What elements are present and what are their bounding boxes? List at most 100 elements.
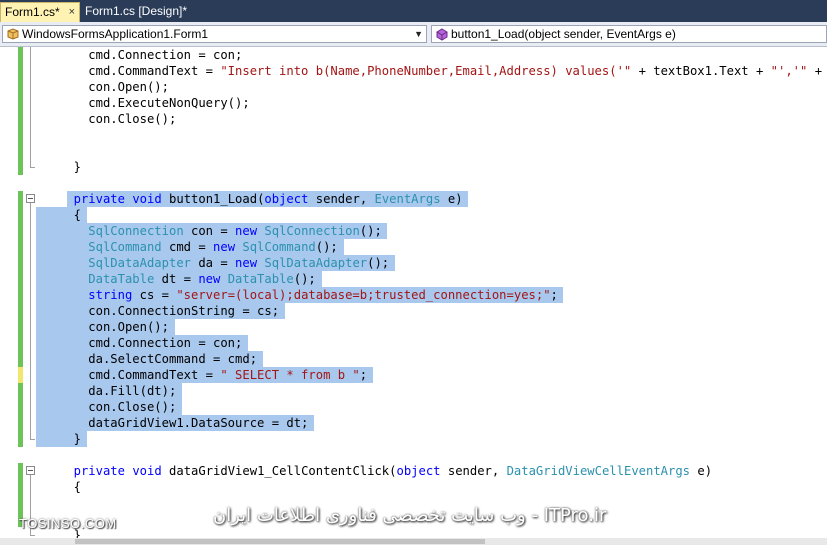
code-token: con = — [183, 224, 236, 238]
code-line[interactable]: da.Fill(dt); — [36, 383, 176, 399]
code-token: button1_Load( — [161, 192, 265, 206]
code-line[interactable]: SqlDataAdapter da = new SqlDataAdapter()… — [36, 255, 389, 271]
code-line[interactable] — [36, 127, 44, 143]
code-token: cmd.Connection = con; — [88, 336, 243, 350]
class-dropdown[interactable]: WindowsFormsApplication1.Form1 ▼ — [2, 25, 427, 43]
code-token: e) — [690, 464, 713, 478]
code-token: new — [235, 256, 258, 270]
code-token: con.Close(); — [88, 400, 177, 414]
code-token: cmd = — [161, 240, 214, 254]
code-line[interactable]: con.Close(); — [36, 399, 176, 415]
code-token: dt = — [154, 272, 199, 286]
code-token: "server=(local);database=b;trusted_conne… — [176, 288, 551, 302]
code-token: cmd.CommandText = — [88, 64, 221, 78]
watermark-tosinso: TOSINSO.COM — [19, 516, 117, 531]
code-token: + textBox1.Text + — [631, 64, 771, 78]
code-line[interactable]: cmd.ExecuteNonQuery(); — [36, 95, 250, 111]
code-line[interactable]: private void button1_Load(object sender,… — [36, 191, 463, 207]
code-token: new — [213, 240, 236, 254]
code-token: object — [264, 192, 309, 206]
code-line[interactable]: cmd.Connection = con; — [36, 335, 242, 351]
watermark-itpro: ITPro.ir - وب سایت تخصصی فناوری اطلاعات … — [213, 505, 607, 526]
member-dropdown-value: button1_Load(object sender, EventArgs e) — [451, 27, 676, 41]
code-token: SqlCommand — [88, 240, 162, 254]
change-indicator — [18, 367, 23, 383]
code-token: } — [73, 160, 81, 174]
code-line[interactable]: SqlConnection con = new SqlConnection(); — [36, 223, 382, 239]
outline-end-tick — [30, 167, 35, 168]
code-token: new — [235, 224, 258, 238]
code-line[interactable]: DataTable dt = new DataTable(); — [36, 271, 316, 287]
code-token: cmd.ExecuteNonQuery(); — [88, 96, 250, 110]
code-token: cs = — [132, 288, 177, 302]
member-dropdown[interactable]: button1_Load(object sender, EventArgs e) — [431, 25, 827, 43]
collapse-icon[interactable] — [26, 194, 35, 203]
code-token: con.Open(); — [88, 80, 169, 94]
tab-form1-design[interactable]: Form1.cs [Design]* — [81, 2, 194, 22]
code-line[interactable]: con.Open(); — [36, 79, 169, 95]
outline-line — [30, 203, 31, 439]
code-token: cmd.Connection = con; — [88, 48, 243, 62]
code-line[interactable]: cmd.CommandText = "Insert into b(Name,Ph… — [36, 63, 822, 79]
code-line[interactable]: private void dataGridView1_CellContentCl… — [36, 463, 712, 479]
code-token: new — [198, 272, 221, 286]
code-token: EventArgs — [374, 192, 441, 206]
code-line[interactable] — [36, 143, 44, 159]
code-token: (); — [315, 240, 338, 254]
code-line[interactable]: cmd.Connection = con; — [36, 47, 242, 63]
code-line[interactable]: } — [36, 159, 81, 175]
horizontal-scrollbar-thumb[interactable] — [75, 539, 485, 544]
code-token: da.Fill(dt); — [88, 384, 177, 398]
tab-label: Form1.cs [Design]* — [85, 4, 188, 18]
code-token: private — [73, 464, 125, 478]
code-token: dataGridView1.DataSource = dt; — [88, 416, 309, 430]
document-tab-bar: Form1.cs* × Form1.cs [Design]* — [0, 0, 827, 22]
code-line[interactable]: string cs = "server=(local);database=b;t… — [36, 287, 558, 303]
method-icon — [436, 28, 448, 41]
code-token: + — [807, 64, 823, 78]
code-editor[interactable]: cmd.Connection = con; cmd.CommandText = "… — [0, 47, 827, 545]
code-line[interactable]: SqlCommand cmd = new SqlCommand(); — [36, 239, 338, 255]
dropdown-arrow-icon[interactable]: ▼ — [414, 26, 423, 42]
collapse-icon[interactable] — [26, 466, 35, 475]
code-line[interactable]: dataGridView1.DataSource = dt; — [36, 415, 308, 431]
code-line[interactable]: con.Open(); — [36, 319, 169, 335]
code-token: sender, — [440, 464, 507, 478]
code-token: "','" — [770, 64, 808, 78]
code-token: cmd.CommandText = — [88, 368, 221, 382]
code-token: con.Close(); — [88, 112, 177, 126]
change-indicator — [18, 191, 23, 367]
code-line[interactable] — [36, 175, 44, 191]
code-token: sender, — [308, 192, 375, 206]
code-line[interactable] — [36, 447, 44, 463]
code-token: e) — [440, 192, 463, 206]
close-icon[interactable]: × — [69, 3, 75, 22]
code-line[interactable]: { — [36, 207, 81, 223]
code-token: (); — [293, 272, 316, 286]
code-token: { — [73, 208, 81, 222]
code-line[interactable]: con.ConnectionString = cs; — [36, 303, 279, 319]
code-line[interactable]: { — [36, 479, 81, 495]
code-token: object — [396, 464, 441, 478]
code-line[interactable]: con.Close(); — [36, 111, 176, 127]
change-indicator — [18, 47, 23, 175]
code-line[interactable]: da.SelectCommand = cmd; — [36, 351, 257, 367]
code-token: (); — [367, 256, 390, 270]
code-token: SqlDataAdapter — [264, 256, 368, 270]
code-token: DataTable — [227, 272, 294, 286]
code-token: void — [132, 464, 162, 478]
code-token: DataTable — [88, 272, 155, 286]
code-line[interactable]: cmd.CommandText = " SELECT * from b "; — [36, 367, 367, 383]
code-line[interactable]: } — [36, 431, 81, 447]
code-token: SqlConnection — [264, 224, 360, 238]
code-token: SqlDataAdapter — [88, 256, 191, 270]
tab-form1-cs[interactable]: Form1.cs* × — [0, 2, 80, 22]
code-line[interactable] — [36, 495, 44, 511]
outline-end-tick — [30, 439, 35, 440]
outline-line — [30, 47, 31, 167]
code-token: { — [73, 480, 81, 494]
code-token: private — [73, 192, 125, 206]
editor-margin — [0, 47, 36, 545]
change-indicator — [18, 383, 23, 447]
